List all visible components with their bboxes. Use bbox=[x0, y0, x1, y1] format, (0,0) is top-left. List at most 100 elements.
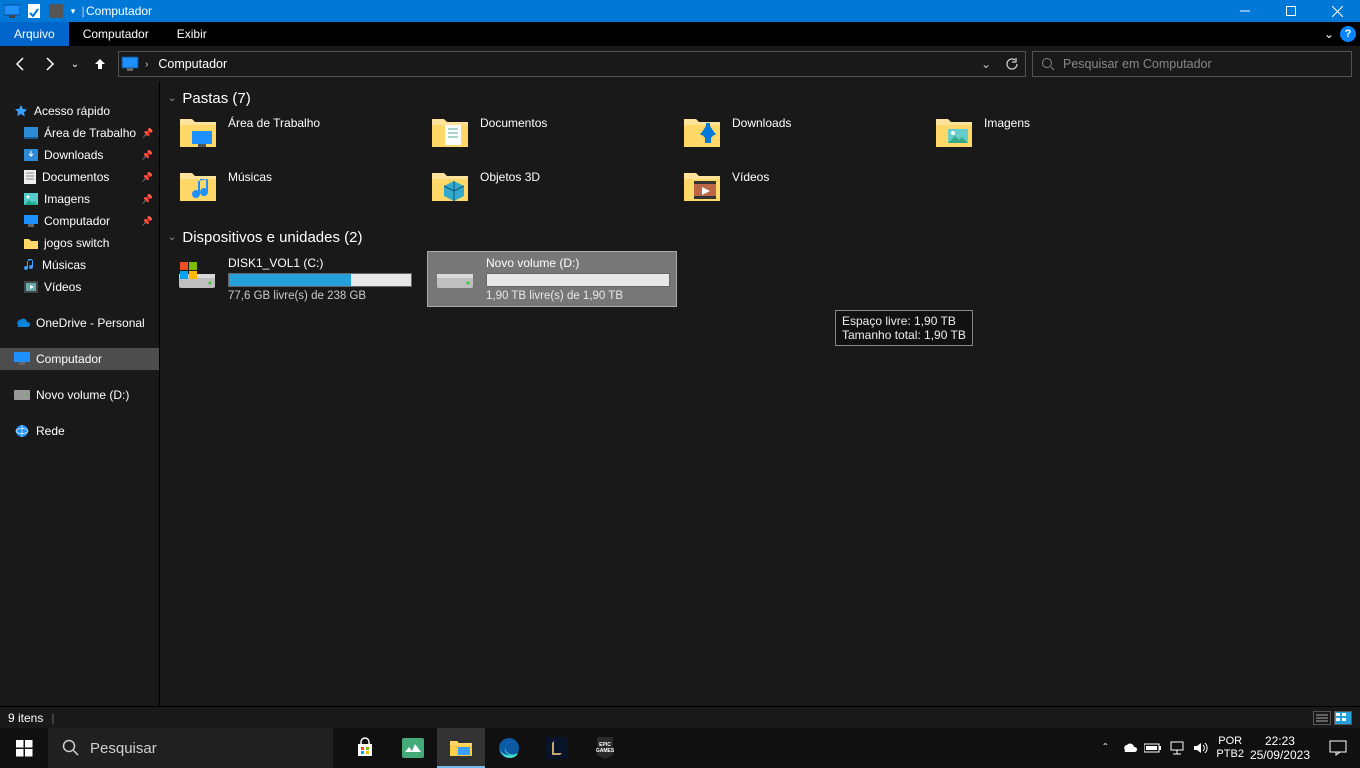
drive-freespace: 1,90 TB livre(s) de 1,90 TB bbox=[486, 290, 670, 302]
downloads-icon bbox=[24, 149, 38, 161]
folder-icon bbox=[430, 167, 470, 203]
minimize-button[interactable] bbox=[1222, 0, 1268, 22]
svg-text:GAMES: GAMES bbox=[596, 748, 615, 754]
sidebar-pinned-desktop[interactable]: Área de Trabalho📌 bbox=[0, 122, 159, 144]
sidebar-pinned-documents[interactable]: Documentos📌 bbox=[0, 166, 159, 188]
lang-line: PTB2 bbox=[1216, 748, 1244, 761]
status-count: 9 itens bbox=[8, 711, 43, 725]
ribbon-collapse-icon[interactable]: ⌄ bbox=[1324, 27, 1334, 41]
sidebar-pinned-music[interactable]: Músicas bbox=[0, 254, 159, 276]
qat-newfolder-icon[interactable] bbox=[46, 0, 66, 22]
drive-icon bbox=[14, 390, 30, 400]
folder-item[interactable]: Documentos bbox=[430, 113, 682, 149]
tray-clock[interactable]: 22:23 25/09/2023 bbox=[1250, 734, 1312, 762]
drive-item[interactable]: Novo volume (D:) 1,90 TB livre(s) de 1,9… bbox=[428, 252, 676, 306]
sidebar-pinned-images[interactable]: Imagens📌 bbox=[0, 188, 159, 210]
view-icons-button[interactable] bbox=[1334, 711, 1352, 725]
help-icon[interactable]: ? bbox=[1340, 26, 1356, 42]
view-details-button[interactable] bbox=[1313, 711, 1331, 725]
tray-onedrive-icon[interactable] bbox=[1120, 742, 1138, 754]
sidebar-pinned-computer[interactable]: Computador 📌 bbox=[0, 210, 159, 232]
back-button[interactable] bbox=[8, 52, 32, 76]
recent-locations-button[interactable]: ⌄ bbox=[68, 52, 82, 76]
tab-computer[interactable]: Computador bbox=[69, 22, 163, 46]
folder-label: Área de Trabalho bbox=[228, 116, 320, 130]
folder-item[interactable]: Área de Trabalho bbox=[178, 113, 430, 149]
up-button[interactable] bbox=[88, 52, 112, 76]
tray-chevron-up-icon[interactable]: ˆ bbox=[1096, 741, 1114, 755]
tray-notifications[interactable] bbox=[1318, 728, 1358, 768]
search-placeholder: Pesquisar em Computador bbox=[1063, 57, 1212, 71]
folder-item[interactable]: Músicas bbox=[178, 167, 430, 203]
close-button[interactable] bbox=[1314, 0, 1360, 22]
pin-icon: 📌 bbox=[142, 216, 153, 227]
search-input[interactable]: Pesquisar em Computador bbox=[1032, 51, 1352, 77]
tooltip-line: Tamanho total: 1,90 TB bbox=[842, 328, 966, 342]
sidebar-pinned-videos[interactable]: Vídeos bbox=[0, 276, 159, 298]
pin-icon: 📌 bbox=[142, 128, 153, 139]
taskbar-app-1[interactable] bbox=[389, 728, 437, 768]
taskbar-file-explorer[interactable] bbox=[437, 728, 485, 768]
sidebar: Acesso rápido Área de Trabalho📌 Download… bbox=[0, 82, 160, 706]
content-pane: ⌄ Pastas (7) Área de Trabalho Documentos D… bbox=[160, 82, 1360, 706]
folder-label: Documentos bbox=[480, 116, 547, 130]
folder-label: Objetos 3D bbox=[480, 170, 540, 184]
sidebar-item-label: Computador bbox=[44, 214, 110, 228]
network-icon bbox=[14, 424, 30, 438]
drive-tooltip: Espaço livre: 1,90 TB Tamanho total: 1,9… bbox=[835, 310, 973, 346]
sidebar-item-label: Novo volume (D:) bbox=[36, 388, 129, 402]
drive-usage-bar bbox=[228, 273, 412, 287]
qat-properties-icon[interactable] bbox=[24, 0, 44, 22]
taskbar-lol[interactable] bbox=[533, 728, 581, 768]
taskbar-store[interactable] bbox=[341, 728, 389, 768]
folder-label: Vídeos bbox=[732, 170, 769, 184]
drive-item[interactable]: DISK1_VOL1 (C:) 77,6 GB livre(s) de 238 … bbox=[170, 252, 418, 306]
sidebar-item-label: Documentos bbox=[42, 170, 109, 184]
sidebar-new-volume[interactable]: Novo volume (D:) bbox=[0, 384, 159, 406]
maximize-button[interactable] bbox=[1268, 0, 1314, 22]
taskbar-epic[interactable]: EPICGAMES bbox=[581, 728, 629, 768]
sidebar-this-pc[interactable]: Computador bbox=[0, 348, 159, 370]
chevron-down-icon: ⌄ bbox=[168, 232, 176, 243]
sidebar-quick-access[interactable]: Acesso rápido bbox=[0, 100, 159, 122]
folder-item[interactable]: Vídeos bbox=[682, 167, 934, 203]
breadcrumb-sep-icon[interactable]: › bbox=[141, 59, 152, 70]
sidebar-onedrive[interactable]: OneDrive - Personal bbox=[0, 312, 159, 334]
computer-icon bbox=[24, 215, 38, 227]
folder-item[interactable]: Objetos 3D bbox=[430, 167, 682, 203]
start-button[interactable] bbox=[0, 728, 48, 768]
folder-item[interactable]: Imagens bbox=[934, 113, 1186, 149]
tab-view[interactable]: Exibir bbox=[163, 22, 221, 46]
tray-volume-icon[interactable] bbox=[1192, 741, 1210, 755]
group-devices[interactable]: ⌄ Dispositivos e unidades (2) bbox=[160, 221, 1360, 252]
pin-icon: 📌 bbox=[142, 194, 153, 205]
group-folders[interactable]: ⌄ Pastas (7) bbox=[160, 82, 1360, 113]
tray-language[interactable]: POR PTB2 bbox=[1216, 735, 1244, 761]
group-header-label: Pastas (7) bbox=[182, 90, 250, 107]
folder-label: Músicas bbox=[228, 170, 272, 184]
taskbar-edge[interactable] bbox=[485, 728, 533, 768]
address-dropdown-icon[interactable]: ⌄ bbox=[973, 57, 999, 71]
qat-dropdown-icon[interactable]: ▾ bbox=[68, 0, 78, 22]
folder-icon bbox=[934, 113, 974, 149]
refresh-button[interactable] bbox=[999, 57, 1025, 71]
folder-icon bbox=[430, 113, 470, 149]
desktop-icon bbox=[24, 127, 38, 139]
address-bar[interactable]: › Computador ⌄ bbox=[118, 51, 1026, 77]
videos-icon bbox=[24, 281, 38, 293]
clock-time: 22:23 bbox=[1250, 734, 1310, 748]
tray-battery-icon[interactable] bbox=[1144, 742, 1162, 754]
sidebar-item-label: Computador bbox=[36, 352, 102, 366]
forward-button[interactable] bbox=[38, 52, 62, 76]
breadcrumb[interactable]: Computador bbox=[152, 57, 233, 71]
onedrive-icon bbox=[14, 317, 30, 329]
sidebar-pinned-downloads[interactable]: Downloads📌 bbox=[0, 144, 159, 166]
folder-item[interactable]: Downloads bbox=[682, 113, 934, 149]
sidebar-network[interactable]: Rede bbox=[0, 420, 159, 442]
taskbar-search[interactable]: Pesquisar bbox=[48, 728, 333, 768]
tray-network-icon[interactable] bbox=[1168, 741, 1186, 755]
search-icon bbox=[62, 739, 80, 757]
sidebar-pinned-jogos[interactable]: jogos switch bbox=[0, 232, 159, 254]
group-header-label: Dispositivos e unidades (2) bbox=[182, 229, 362, 246]
tab-file[interactable]: Arquivo bbox=[0, 22, 69, 46]
